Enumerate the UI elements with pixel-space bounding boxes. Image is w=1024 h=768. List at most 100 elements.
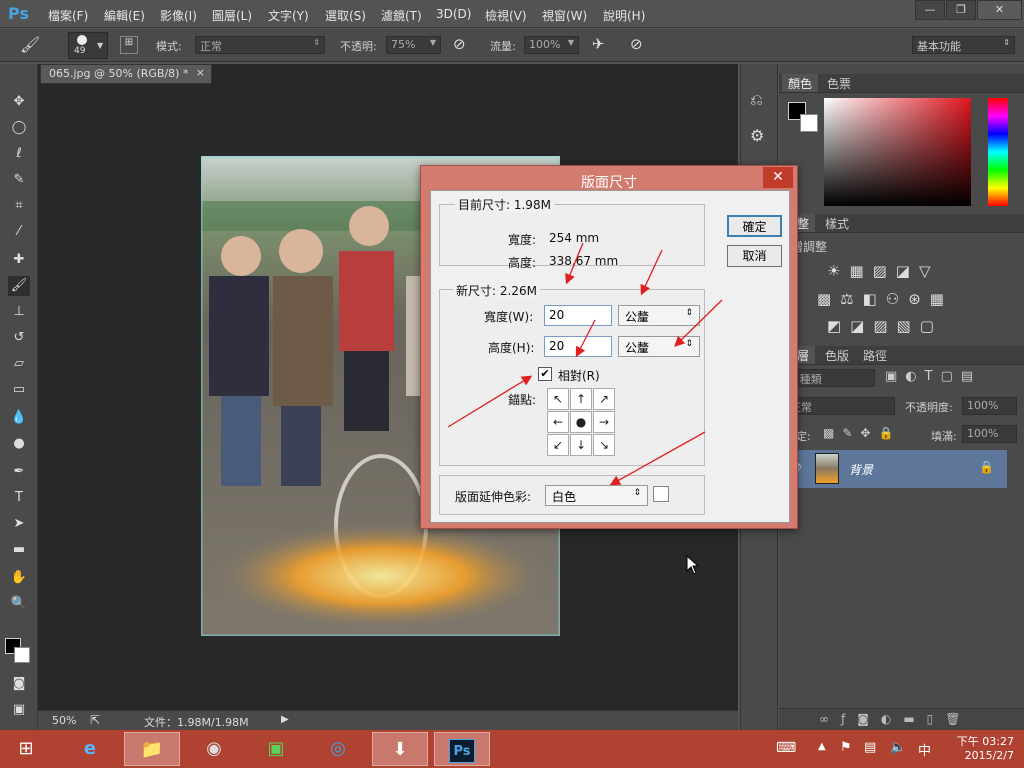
chrome-icon[interactable]: ◉ [186,732,242,766]
file-explorer-icon[interactable]: 📁 [124,732,180,766]
brush-preset-picker[interactable]: 49 ▼ [68,32,108,59]
anchor-top-left[interactable]: ↖ [547,388,569,410]
anchor-right[interactable]: → [593,411,615,433]
pen-tool-icon[interactable]: ✒ [8,462,30,482]
anchor-bottom[interactable]: ↓ [570,434,592,456]
type-tool-icon[interactable]: T [8,488,30,508]
background-color-swatch[interactable] [14,647,30,663]
extension-color-swatch[interactable] [653,486,669,502]
start-windows-icon[interactable]: ⊞ [0,732,52,766]
layer-row-background[interactable]: 👁 背景 🔒 [779,450,1007,488]
clock[interactable]: 下午 03:27 2015/2/7 [944,733,1014,762]
move-tool-icon[interactable]: ✥ [8,92,30,112]
quick-select-tool-icon[interactable]: ✎ [8,170,30,190]
brush-panel-icon[interactable]: ⊞ [120,36,138,54]
close-button[interactable]: ✕ [977,0,1022,20]
tab-styles[interactable]: 樣式 [819,214,855,232]
zoom-level[interactable]: 50% [52,714,76,727]
anchor-left[interactable]: ← [547,411,569,433]
layer-filter-icons[interactable]: ▣◐T▢▤ [885,369,1010,384]
dodge-tool-icon[interactable]: ● [8,434,30,454]
history-brush-icon[interactable]: ↺ [8,328,30,348]
menu-select[interactable]: 選取(S) [325,7,366,24]
document-tab-close-icon[interactable]: × [196,66,205,79]
network-icon[interactable]: ▤ [864,740,876,755]
tab-channels[interactable]: 色版 [819,346,855,364]
download-app-icon[interactable]: ⬇ [372,732,428,766]
menu-view[interactable]: 檢視(V) [485,7,527,24]
ime-indicator[interactable]: 中 [918,740,931,759]
mode-select[interactable]: 正常 ⇕ [195,36,325,54]
menu-filter[interactable]: 濾鏡(T) [381,7,422,24]
keyboard-icon[interactable]: ⌨ [776,740,796,756]
anchor-bottom-right[interactable]: ↘ [593,434,615,456]
volume-icon[interactable]: 🔈 [890,740,906,755]
messenger-icon[interactable]: ◎ [310,732,366,766]
color-background-swatch[interactable] [800,114,818,132]
lock-icons[interactable]: ▩✎✥🔒 [823,426,901,440]
internet-explorer-icon[interactable]: e [62,732,118,766]
anchor-top-right[interactable]: ↗ [593,388,615,410]
width-unit-select[interactable]: 公釐 ⇕ [618,305,700,326]
hue-slider[interactable] [988,98,1008,206]
shape-tool-icon[interactable]: ▬ [8,540,30,560]
adjustment-icons-row1[interactable]: ☀▦▨◪▽ [827,262,967,280]
extension-color-select[interactable]: 白色 ⇕ [545,485,648,506]
path-select-tool-icon[interactable]: ➤ [8,514,30,534]
height-unit-select[interactable]: 公釐 ⇕ [618,336,700,357]
lasso-tool-icon[interactable]: ℓ [8,144,30,164]
pressure-size-icon[interactable]: ⊘ [630,35,643,53]
menu-layer[interactable]: 圖層(L) [212,7,252,24]
store-icon[interactable]: ▣ [248,732,304,766]
eraser-tool-icon[interactable]: ▱ [8,354,30,374]
opacity-input[interactable]: 75% ▼ [386,36,441,54]
pressure-opacity-icon[interactable]: ⊘ [453,35,466,53]
zoom-tool-icon[interactable]: 🔍 [8,594,30,614]
adjustment-icons-row3[interactable]: ◩◪▨▧▢ [827,317,967,335]
menu-type[interactable]: 文字(Y) [268,7,309,24]
blend-mode-select[interactable]: 正常 [785,397,895,415]
share-icon[interactable]: ⇱ [90,713,100,727]
history-panel-icon[interactable]: ⎌ [750,90,763,110]
anchor-bottom-left[interactable]: ↙ [547,434,569,456]
restore-button[interactable]: ❐ [946,0,976,20]
layer-opacity-input[interactable]: 100% [962,397,1017,415]
blur-tool-icon[interactable]: 💧 [8,408,30,428]
cancel-button[interactable]: 取消 [727,245,782,267]
menu-edit[interactable]: 編輯(E) [104,7,145,24]
minimize-button[interactable]: — [915,0,945,20]
color-picker-field[interactable] [824,98,971,206]
menu-help[interactable]: 說明(H) [603,7,645,24]
menu-3d[interactable]: 3D(D) [436,7,471,21]
tab-swatches[interactable]: 色票 [821,74,857,92]
height-input[interactable]: 20 [544,336,612,357]
width-input[interactable]: 20 [544,305,612,326]
flow-input[interactable]: 100% ▼ [524,36,579,54]
airbrush-icon[interactable]: ✈ [592,35,605,53]
play-arrow-icon[interactable]: ▶ [281,714,289,725]
tab-color[interactable]: 顏色 [782,74,819,92]
hand-tool-icon[interactable]: ✋ [8,568,30,588]
tray-expand-icon[interactable]: ▲ [818,741,826,752]
layer-name[interactable]: 背景 [849,461,873,478]
eyedropper-tool-icon[interactable]: ⁄ [8,222,30,242]
relative-checkbox[interactable]: ✔ [538,367,552,381]
layer-kind-filter[interactable]: ⌕ 種類 [785,369,875,387]
stamp-tool-icon[interactable]: ⊥ [8,302,30,322]
healing-tool-icon[interactable]: ✚ [8,250,30,270]
brush-tool-icon[interactable]: 🖌 [20,35,42,55]
brush-tool-icon[interactable]: 🖌 [8,276,30,296]
screen-mode-icon[interactable]: ▣ [8,700,30,720]
menu-file[interactable]: 檔案(F) [48,7,88,24]
ok-button[interactable]: 確定 [727,215,782,237]
marquee-tool-icon[interactable]: ◯ [8,118,30,138]
workspace-select[interactable]: 基本功能 ⇕ [912,36,1015,54]
menu-image[interactable]: 影像(I) [160,7,197,24]
fill-input[interactable]: 100% [962,425,1017,443]
adjustment-icons-row2[interactable]: ▩⚖◧⚇⊛▦ [817,290,987,308]
tab-paths[interactable]: 路徑 [857,346,893,364]
anchor-top[interactable]: ↑ [570,388,592,410]
layer-action-icons[interactable]: ∞ƒ◙◐▬▯🗑 [819,712,973,726]
gradient-tool-icon[interactable]: ▭ [8,380,30,400]
photoshop-taskbar-icon[interactable]: Ps [434,732,490,766]
